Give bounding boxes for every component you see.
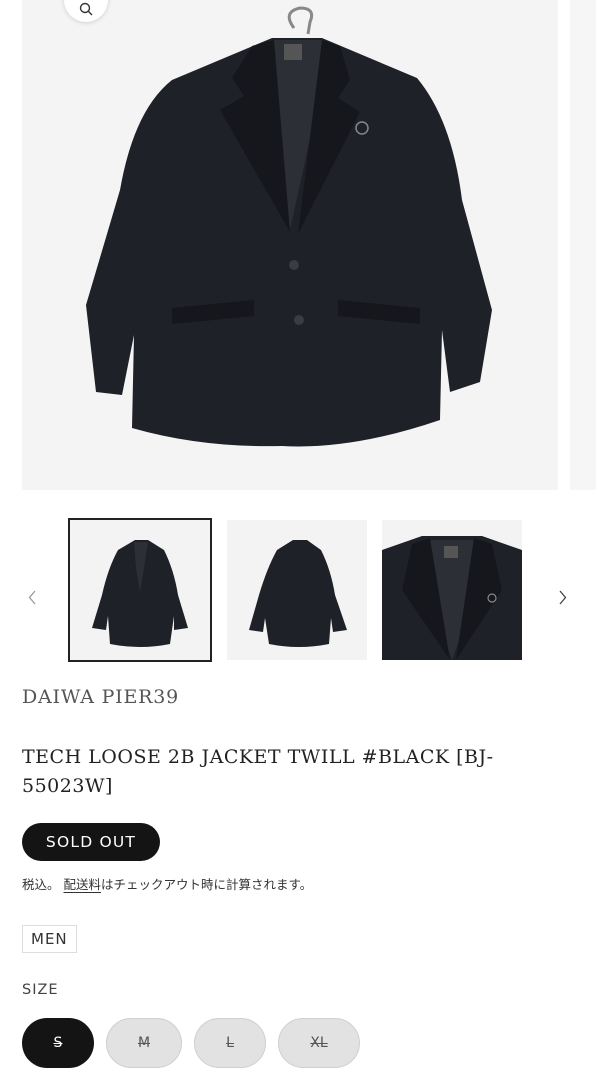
main-product-image[interactable] xyxy=(22,0,558,490)
thumbnail-next-button[interactable] xyxy=(552,582,572,612)
jacket-front-image xyxy=(22,0,558,490)
jacket-front-thumbnail xyxy=(70,520,210,660)
tax-prefix: 税込。 xyxy=(22,877,60,892)
jacket-detail-thumbnail xyxy=(382,520,522,660)
thumbnail-detail[interactable] xyxy=(382,520,522,660)
product-brand: DAIWA PIER39 xyxy=(22,686,180,708)
size-option-xl[interactable]: XL xyxy=(278,1018,360,1068)
thumbnail-front[interactable] xyxy=(68,518,212,662)
search-icon xyxy=(79,2,93,16)
chevron-left-icon xyxy=(28,590,35,604)
category-tag[interactable]: MEN xyxy=(22,925,77,953)
product-title: TECH LOOSE 2B JACKET TWILL #BLACK [BJ-55… xyxy=(22,746,494,797)
thumbnail-prev-button[interactable] xyxy=(22,582,42,612)
thumbnail-back[interactable] xyxy=(227,520,367,660)
size-option-m[interactable]: M xyxy=(106,1018,182,1068)
tax-suffix: はチェックアウト時に計算されます。 xyxy=(101,877,313,892)
tax-shipping-note: 税込。 配送料はチェックアウト時に計算されます。 xyxy=(22,874,312,893)
shipping-link[interactable]: 配送料 xyxy=(64,877,102,892)
size-option-l[interactable]: L xyxy=(194,1018,266,1068)
sold-out-badge: SOLD OUT xyxy=(22,823,160,861)
size-label: SIZE xyxy=(22,982,59,998)
jacket-back-thumbnail xyxy=(227,520,367,660)
size-option-s[interactable]: S xyxy=(22,1018,94,1068)
chevron-right-icon xyxy=(559,590,566,604)
next-image-peek xyxy=(570,0,596,490)
